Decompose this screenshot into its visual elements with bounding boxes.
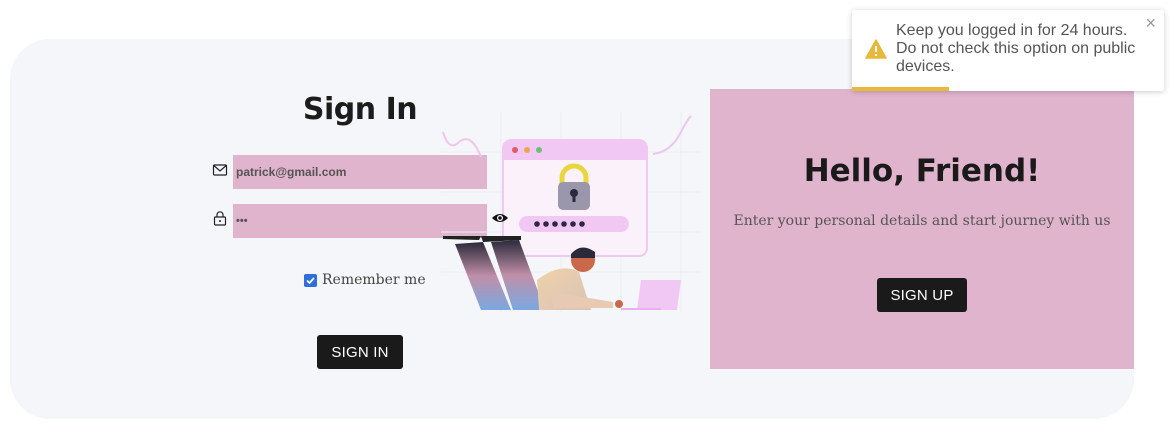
sign-up-button[interactable]: SIGN UP: [877, 278, 967, 312]
sign-up-panel: Hello, Friend! Enter your personal detai…: [710, 89, 1134, 369]
panel-title: Hello, Friend!: [803, 153, 1041, 189]
remember-me-label: Remember me: [322, 272, 426, 288]
remember-me-option[interactable]: Remember me: [304, 272, 426, 288]
warning-icon: [865, 39, 887, 59]
close-icon[interactable]: ×: [1145, 14, 1156, 32]
toast-notification: Keep you logged in for 24 hours. Do not …: [852, 10, 1164, 91]
checkmark-icon: [306, 276, 315, 284]
panel-subtitle: Enter your personal details and start jo…: [733, 213, 1111, 229]
login-illustration: [441, 112, 701, 312]
remember-me-checkbox[interactable]: [304, 273, 317, 287]
eye-icon[interactable]: [491, 211, 509, 225]
sign-in-button[interactable]: SIGN IN: [317, 335, 403, 369]
toast-message: Keep you logged in for 24 hours. Do not …: [896, 22, 1136, 75]
signin-title: Sign In: [302, 92, 418, 127]
toast-progress-bar: [852, 87, 949, 91]
lock-icon: [213, 211, 227, 226]
mail-icon: [212, 164, 228, 176]
